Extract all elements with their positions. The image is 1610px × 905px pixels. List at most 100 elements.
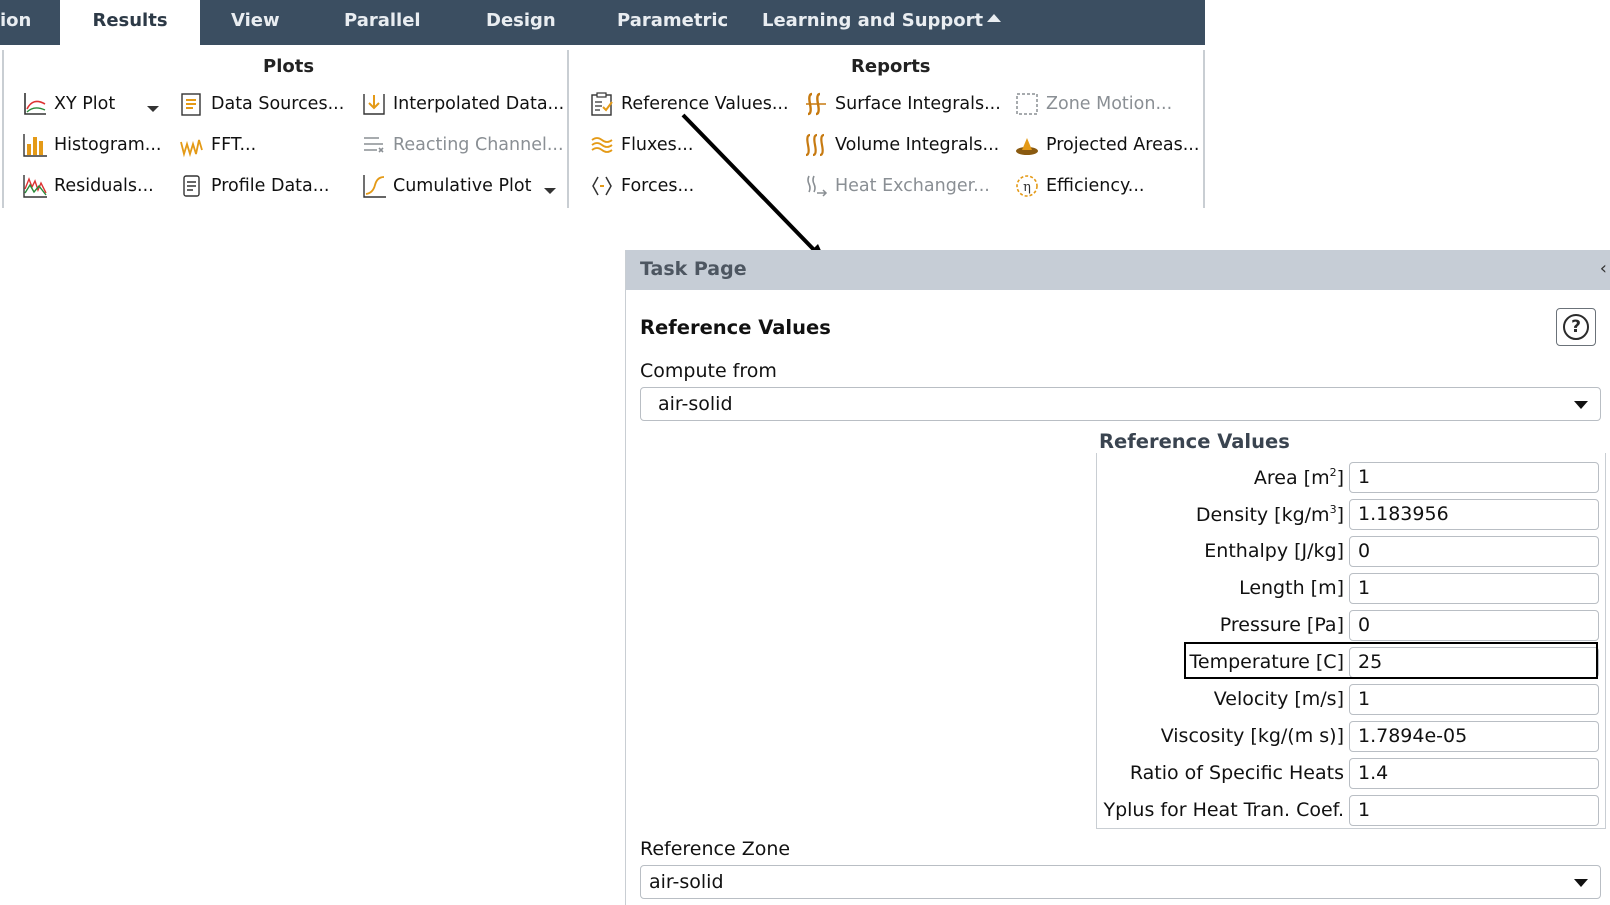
ribbon-separator	[2, 50, 4, 208]
zone-motion-label: Zone Motion...	[1046, 94, 1173, 114]
profile-data-button[interactable]: Profile Data...	[178, 171, 329, 201]
ribbon-panel: Plots Reports XY Plot Histogram... Resid…	[0, 45, 1205, 213]
length-row: Length [m] 1	[1096, 573, 1606, 606]
pressure-label: Pressure [Pa]	[1219, 614, 1344, 636]
profile-data-icon	[178, 172, 206, 200]
xy-plot-icon	[21, 90, 49, 118]
reports-group-title: Reports	[851, 56, 931, 77]
xy-plot-dropdown-icon[interactable]	[147, 106, 159, 112]
temperature-row: Temperature [C] 25	[1096, 647, 1606, 680]
fluxes-icon	[588, 131, 616, 159]
density-row: Density [kg/m3] 1.183956	[1096, 499, 1606, 532]
zone-motion-button[interactable]: Zone Motion...	[1013, 89, 1172, 119]
pressure-row: Pressure [Pa] 0	[1096, 610, 1606, 643]
residuals-label: Residuals...	[54, 176, 154, 196]
volume-integrals-icon	[802, 131, 830, 159]
efficiency-label: Efficiency...	[1046, 176, 1145, 196]
reacting-channel-label: Reacting Channel...	[393, 135, 564, 155]
tab-view[interactable]: View	[231, 0, 280, 45]
velocity-label: Velocity [m/s]	[1213, 688, 1344, 710]
viscosity-input[interactable]: 1.7894e-05	[1349, 721, 1599, 752]
chevron-down-icon	[1574, 401, 1588, 409]
residuals-icon	[21, 172, 49, 200]
tab-design[interactable]: Design	[486, 0, 556, 45]
length-input[interactable]: 1	[1349, 573, 1599, 604]
tab-parallel[interactable]: Parallel	[344, 0, 421, 45]
task-page-title: Reference Values	[640, 316, 831, 339]
density-input[interactable]: 1.183956	[1349, 499, 1599, 530]
projected-areas-button[interactable]: Projected Areas...	[1013, 130, 1199, 160]
collapse-ribbon-icon[interactable]	[987, 14, 1001, 22]
collapse-panel-icon[interactable]: ‹	[1600, 258, 1607, 279]
reference-zone-label: Reference Zone	[640, 838, 791, 860]
efficiency-icon: η	[1013, 172, 1041, 200]
histogram-button[interactable]: Histogram...	[21, 130, 161, 160]
interpolated-data-button[interactable]: Interpolated Data...	[360, 89, 564, 119]
cumulative-plot-dropdown-icon[interactable]	[544, 188, 556, 194]
xy-plot-label: XY Plot	[54, 94, 116, 114]
chevron-down-icon	[1574, 879, 1588, 887]
efficiency-button[interactable]: η Efficiency...	[1013, 171, 1145, 201]
yplus-label: Yplus for Heat Tran. Coef.	[1103, 799, 1344, 821]
reference-values-button[interactable]: Reference Values...	[588, 89, 789, 119]
tab-parametric[interactable]: Parametric	[617, 0, 728, 45]
histogram-label: Histogram...	[54, 135, 162, 155]
data-sources-icon	[178, 90, 206, 118]
reference-values-label: Reference Values...	[621, 94, 789, 114]
zone-motion-icon	[1013, 90, 1041, 118]
svg-text:η: η	[1023, 180, 1031, 195]
histogram-icon	[21, 131, 49, 159]
volume-integrals-button[interactable]: Volume Integrals...	[802, 130, 999, 160]
yplus-input[interactable]: 1	[1349, 795, 1599, 826]
area-label: Area [m2]	[1253, 466, 1344, 489]
reacting-channel-icon	[360, 131, 388, 159]
heat-exchanger-button[interactable]: Heat Exchanger...	[802, 171, 990, 201]
area-row: Area [m2] 1	[1096, 462, 1606, 495]
ratio-of-specific-heats-label: Ratio of Specific Heats	[1129, 762, 1344, 784]
viscosity-row: Viscosity [kg/(m s)] 1.7894e-05	[1096, 721, 1606, 754]
reference-zone-dropdown[interactable]: air-solid	[640, 865, 1601, 899]
fluxes-button[interactable]: Fluxes...	[588, 130, 693, 160]
surface-integrals-icon	[802, 90, 830, 118]
area-input[interactable]: 1	[1349, 462, 1599, 493]
tab-results[interactable]: Results	[60, 0, 200, 45]
enthalpy-label: Enthalpy [J/kg]	[1204, 540, 1344, 562]
projected-areas-icon	[1013, 131, 1041, 159]
fft-icon	[178, 131, 206, 159]
task-page-header: Task Page ‹	[626, 250, 1610, 290]
fft-label: FFT...	[211, 135, 257, 155]
tab-solution[interactable]: ion	[0, 0, 40, 45]
help-icon: ?	[1563, 314, 1589, 340]
reference-values-icon	[588, 90, 616, 118]
data-sources-button[interactable]: Data Sources...	[178, 89, 344, 119]
cumulative-plot-icon	[360, 172, 388, 200]
compute-from-label: Compute from	[640, 360, 777, 382]
ribbon-separator	[1203, 50, 1205, 208]
xy-plot-button[interactable]: XY Plot	[21, 89, 115, 119]
surface-integrals-button[interactable]: Surface Integrals...	[802, 89, 1001, 119]
tab-learning-and-support[interactable]: Learning and Support	[762, 0, 983, 45]
plots-group-title: Plots	[263, 56, 315, 77]
enthalpy-input[interactable]: 0	[1349, 536, 1599, 567]
residuals-button[interactable]: Residuals...	[21, 171, 154, 201]
yplus-row: Yplus for Heat Tran. Coef. 1	[1096, 795, 1606, 828]
velocity-input[interactable]: 1	[1349, 684, 1599, 715]
velocity-row: Velocity [m/s] 1	[1096, 684, 1606, 717]
pressure-input[interactable]: 0	[1349, 610, 1599, 641]
forces-button[interactable]: Forces...	[588, 171, 694, 201]
reacting-channel-button[interactable]: Reacting Channel...	[360, 130, 564, 160]
surface-integrals-label: Surface Integrals...	[835, 94, 1001, 114]
heat-exchanger-label: Heat Exchanger...	[835, 176, 990, 196]
forces-icon	[588, 172, 616, 200]
cumulative-plot-button[interactable]: Cumulative Plot	[360, 171, 531, 201]
fft-button[interactable]: FFT...	[178, 130, 256, 160]
cumulative-plot-label: Cumulative Plot	[393, 176, 532, 196]
ribbon-separator	[567, 50, 569, 208]
temperature-input[interactable]: 25	[1349, 647, 1599, 678]
projected-areas-label: Projected Areas...	[1046, 135, 1200, 155]
help-button[interactable]: ?	[1556, 308, 1596, 346]
enthalpy-row: Enthalpy [J/kg] 0	[1096, 536, 1606, 569]
ratio-of-specific-heats-input[interactable]: 1.4	[1349, 758, 1599, 789]
compute-from-dropdown[interactable]: air-solid	[640, 387, 1601, 421]
temperature-label: Temperature [C]	[1189, 651, 1345, 673]
